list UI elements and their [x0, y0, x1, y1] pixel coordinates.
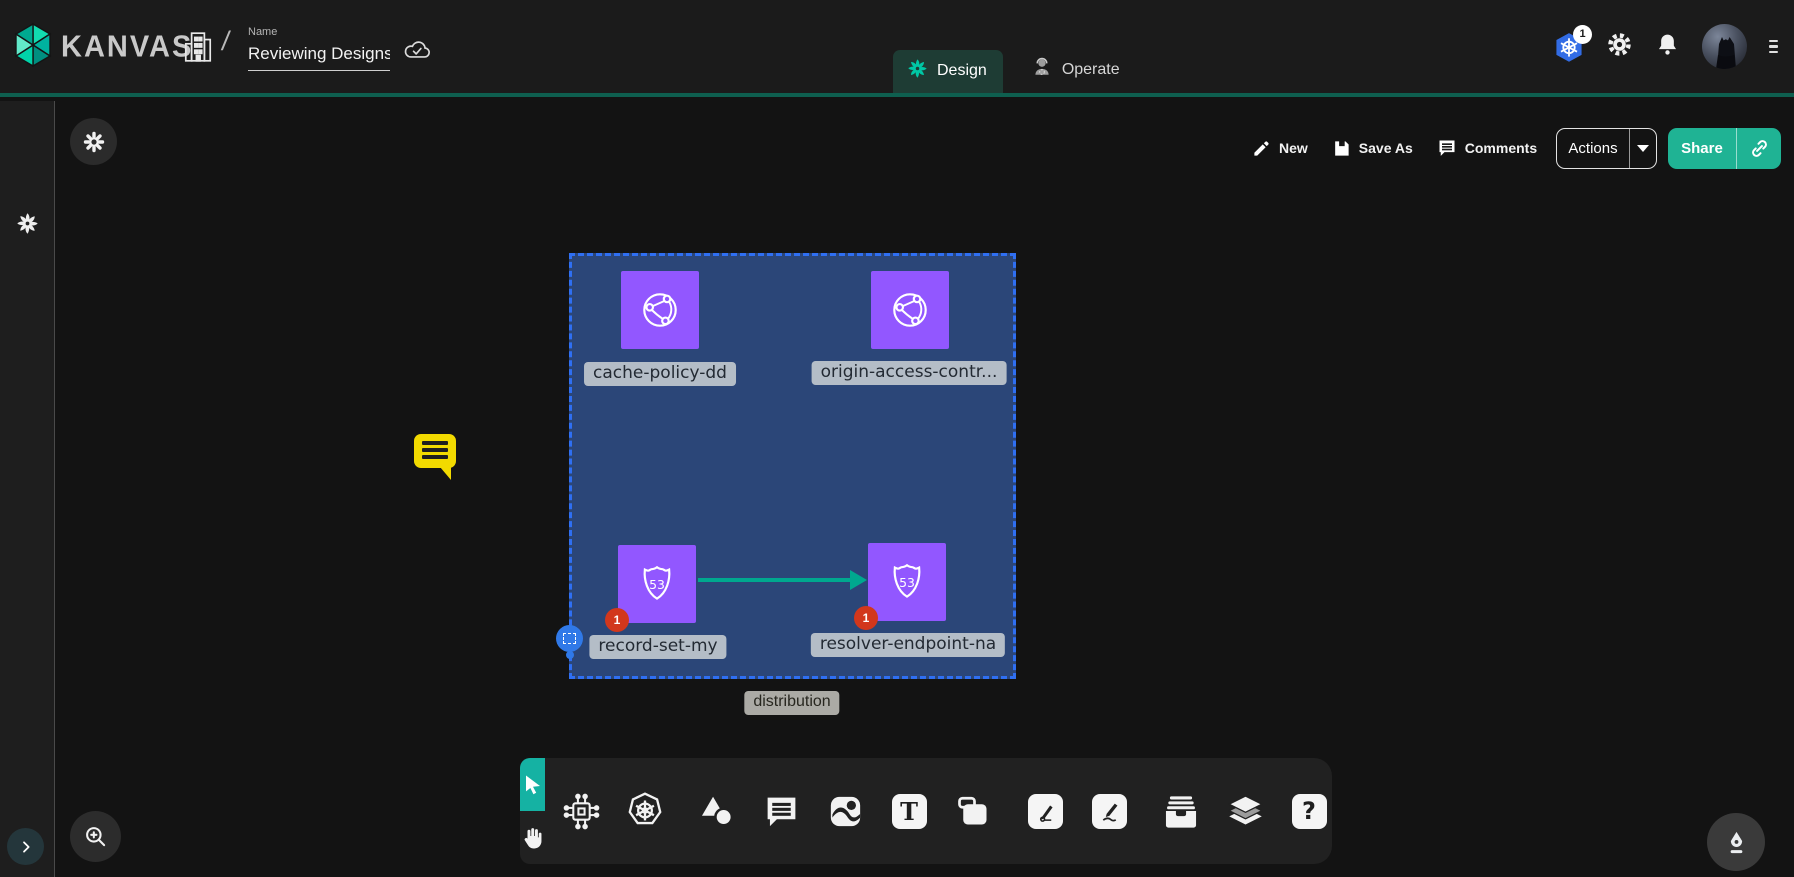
canvas-comment-pin[interactable]	[414, 434, 456, 468]
kubernetes-tool-icon[interactable]	[623, 789, 667, 833]
app-header: KANVAS / Name	[0, 0, 1794, 97]
node-label[interactable]: record-set-my	[589, 635, 726, 659]
pencil-tool-icon[interactable]	[1087, 789, 1131, 833]
share-button[interactable]: Share	[1668, 128, 1781, 169]
canvas-action-bar: New Save As Comments	[1252, 128, 1537, 168]
organization-icon[interactable]	[183, 30, 213, 69]
tab-design[interactable]: Design	[893, 50, 1003, 93]
expand-sidebar-button[interactable]	[7, 828, 44, 865]
header-right-controls: 1	[1554, 24, 1778, 69]
design-name-block: Name	[248, 26, 390, 71]
overflow-menu-icon[interactable]	[1769, 40, 1778, 54]
edge-arrowhead	[850, 570, 867, 590]
dock-flower-button[interactable]	[70, 118, 117, 165]
tab-operate[interactable]: Operate	[1017, 47, 1136, 93]
pen-tool-icon[interactable]	[1023, 789, 1067, 833]
shapes-tool-icon[interactable]	[695, 789, 739, 833]
comments-button-label: Comments	[1465, 140, 1537, 156]
annotation-pen-button[interactable]	[1707, 813, 1765, 871]
comments-button[interactable]: Comments	[1437, 138, 1537, 158]
brand-wordmark: KANVAS	[61, 30, 193, 65]
component-search-icon[interactable]	[559, 789, 603, 833]
copy-link-icon[interactable]	[1737, 138, 1781, 159]
comment-tool-icon[interactable]	[759, 789, 803, 833]
design-name-label: Name	[248, 26, 390, 38]
left-sidebar	[0, 101, 55, 877]
share-button-label: Share	[1668, 140, 1736, 157]
bottom-toolbar: T	[520, 758, 1332, 864]
mode-tabs: Design Operate	[893, 47, 1136, 93]
node-label[interactable]: origin-access-contr...	[812, 361, 1007, 385]
kanvas-hexagon-logo-icon	[13, 22, 53, 73]
notifications-bell-icon[interactable]	[1655, 31, 1680, 63]
new-button[interactable]: New	[1252, 139, 1308, 158]
meshery-spiral-icon[interactable]	[15, 211, 40, 241]
help-tool-icon[interactable]: ?	[1287, 789, 1331, 833]
actions-button-label: Actions	[1557, 140, 1629, 157]
new-button-label: New	[1279, 140, 1308, 156]
tab-operate-label: Operate	[1062, 61, 1120, 79]
actions-caret-icon[interactable]	[1630, 145, 1656, 152]
error-count-badge[interactable]: 1	[854, 606, 878, 630]
svg-text:53: 53	[899, 575, 915, 590]
operate-person-headset-icon	[1031, 55, 1053, 84]
node-cache-policy[interactable]	[621, 271, 699, 349]
design-spiral-icon	[907, 58, 928, 84]
text-tool-icon[interactable]: T	[887, 789, 931, 833]
node-origin-access-control[interactable]	[871, 271, 949, 349]
design-name-input[interactable]	[248, 44, 390, 71]
connection-count-badge: 1	[1573, 25, 1592, 44]
settings-gear-icon[interactable]	[1606, 31, 1633, 63]
media-tool-icon[interactable]	[823, 789, 867, 833]
zoom-in-button[interactable]	[70, 811, 121, 862]
svg-text:53: 53	[649, 577, 665, 592]
layers-tool-icon[interactable]	[1223, 789, 1267, 833]
save-as-button-label: Save As	[1359, 140, 1413, 156]
brand-logo[interactable]: KANVAS	[13, 22, 193, 73]
user-avatar[interactable]	[1702, 24, 1747, 69]
frame-tool-icon[interactable]	[951, 789, 995, 833]
select-tool-button[interactable]	[520, 758, 545, 811]
group-label[interactable]: distribution	[744, 691, 839, 715]
edge-record-set-to-resolver[interactable]	[698, 578, 852, 582]
node-label[interactable]: resolver-endpoint-na	[811, 633, 1005, 657]
node-record-set[interactable]: 53	[618, 545, 696, 623]
cloud-saved-icon	[404, 38, 431, 64]
group-selection-handle[interactable]	[556, 625, 583, 652]
kanvas-app: KANVAS / Name	[0, 0, 1794, 877]
node-label[interactable]: cache-policy-dd	[584, 362, 736, 386]
breadcrumb-separator: /	[220, 26, 232, 57]
pan-tool-button[interactable]	[520, 811, 545, 864]
drawer-tool-icon[interactable]	[1159, 789, 1203, 833]
save-as-button[interactable]: Save As	[1332, 139, 1413, 158]
tab-design-label: Design	[937, 62, 987, 80]
error-count-badge[interactable]: 1	[605, 608, 629, 632]
kubernetes-connection-icon[interactable]: 1	[1554, 32, 1584, 62]
actions-dropdown-button[interactable]: Actions	[1556, 128, 1657, 169]
node-resolver-endpoint[interactable]: 53	[868, 543, 946, 621]
